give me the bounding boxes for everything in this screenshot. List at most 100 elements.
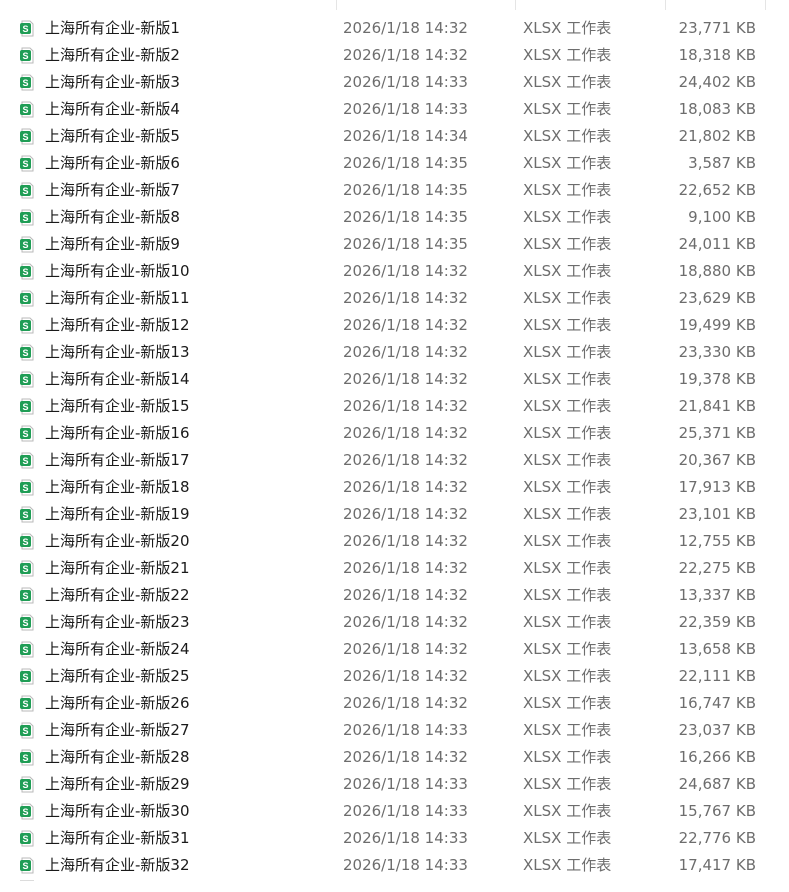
file-row[interactable]: S 上海所有企业-新版28 2026/1/18 14:32 XLSX 工作表 16,26… [0,744,789,771]
file-row[interactable]: S 上海所有企业-新版11 2026/1/18 14:32 XLSX 工作表 23,62… [0,285,789,312]
file-row[interactable]: S 上海所有企业-新版13 2026/1/18 14:32 XLSX 工作表 23,33… [0,339,789,366]
file-name[interactable]: 上海所有企业-新版1 [45,15,180,42]
file-modified-date: 2026/1/18 14:32 [343,559,468,577]
file-size: 18,083 KB [678,100,756,118]
file-name[interactable]: 上海所有企业-新版15 [45,393,190,420]
file-name[interactable]: 上海所有企业-新版22 [45,582,190,609]
file-size: 9,100 KB [688,208,756,226]
file-row[interactable]: S 上海所有企业-新版5 2026/1/18 14:34 XLSX 工作表 21,802… [0,123,789,150]
xlsx-letter: S [22,321,28,331]
file-row[interactable]: S 上海所有企业-新版16 2026/1/18 14:32 XLSX 工作表 25,37… [0,420,789,447]
file-modified-date: 2026/1/18 14:32 [343,343,468,361]
file-name[interactable]: 上海所有企业-新版12 [45,312,190,339]
xlsx-letter: S [22,537,28,547]
file-name[interactable]: 上海所有企业-新版4 [45,96,180,123]
file-name[interactable]: 上海所有企业-新版21 [45,555,190,582]
file-row[interactable]: S 上海所有企业-新版3 2026/1/18 14:33 XLSX 工作表 24,402… [0,69,789,96]
file-name[interactable]: 上海所有企业-新版27 [45,717,190,744]
file-type: XLSX 工作表 [523,532,612,550]
xlsx-sheet-icon: S [19,344,35,361]
file-row[interactable]: S 上海所有企业-新版19 2026/1/18 14:32 XLSX 工作表 23,10… [0,501,789,528]
file-row[interactable]: S 上海所有企业-新版30 2026/1/18 14:33 XLSX 工作表 15,76… [0,798,789,825]
file-list: S 上海所有企业-新版1 2026/1/18 14:32 XLSX 工作表 23,771… [0,15,789,879]
column-divider-size[interactable] [665,0,666,10]
file-row[interactable]: S 上海所有企业-新版29 2026/1/18 14:33 XLSX 工作表 24,68… [0,771,789,798]
file-name[interactable]: 上海所有企业-新版32 [45,852,190,879]
xlsx-letter: S [22,294,28,304]
file-name[interactable]: 上海所有企业-新版18 [45,474,190,501]
file-row[interactable]: S 上海所有企业-新版23 2026/1/18 14:32 XLSX 工作表 22,35… [0,609,789,636]
column-divider-type[interactable] [515,0,516,10]
file-name[interactable]: 上海所有企业-新版13 [45,339,190,366]
file-name[interactable]: 上海所有企业-新版9 [45,231,180,258]
file-name[interactable]: 上海所有企业-新版29 [45,771,190,798]
file-row[interactable]: S 上海所有企业-新版1 2026/1/18 14:32 XLSX 工作表 23,771… [0,15,789,42]
file-row[interactable]: S 上海所有企业-新版10 2026/1/18 14:32 XLSX 工作表 18,88… [0,258,789,285]
file-type: XLSX 工作表 [523,505,612,523]
file-name[interactable]: 上海所有企业-新版16 [45,420,190,447]
column-divider-end[interactable] [765,0,766,10]
file-size: 13,658 KB [678,640,756,658]
file-row[interactable]: S 上海所有企业-新版31 2026/1/18 14:33 XLSX 工作表 22,77… [0,825,789,852]
xlsx-sheet-icon: S [19,290,35,307]
file-name[interactable]: 上海所有企业-新版30 [45,798,190,825]
xlsx-letter: S [22,159,28,169]
file-row[interactable]: S 上海所有企业-新版26 2026/1/18 14:32 XLSX 工作表 16,74… [0,690,789,717]
file-row[interactable]: S 上海所有企业-新版15 2026/1/18 14:32 XLSX 工作表 21,84… [0,393,789,420]
file-row[interactable]: S 上海所有企业-新版2 2026/1/18 14:32 XLSX 工作表 18,318… [0,42,789,69]
file-name[interactable]: 上海所有企业-新版3 [45,69,180,96]
file-row[interactable]: S 上海所有企业-新版14 2026/1/18 14:32 XLSX 工作表 19,37… [0,366,789,393]
file-modified-date: 2026/1/18 14:33 [343,829,468,847]
file-name[interactable]: 上海所有企业-新版28 [45,744,190,771]
xlsx-letter: S [22,591,28,601]
file-row[interactable]: S 上海所有企业-新版12 2026/1/18 14:32 XLSX 工作表 19,49… [0,312,789,339]
file-type: XLSX 工作表 [523,586,612,604]
file-size: 24,011 KB [678,235,756,253]
file-name[interactable]: 上海所有企业-新版24 [45,636,190,663]
column-divider-date[interactable] [336,0,337,10]
file-row[interactable]: S 上海所有企业-新版24 2026/1/18 14:32 XLSX 工作表 13,65… [0,636,789,663]
file-row[interactable]: S 上海所有企业-新版20 2026/1/18 14:32 XLSX 工作表 12,75… [0,528,789,555]
file-modified-date: 2026/1/18 14:33 [343,802,468,820]
file-name[interactable]: 上海所有企业-新版17 [45,447,190,474]
file-name[interactable]: 上海所有企业-新版7 [45,177,180,204]
file-type: XLSX 工作表 [523,316,612,334]
file-name[interactable]: 上海所有企业-新版31 [45,825,190,852]
file-name[interactable]: 上海所有企业-新版19 [45,501,190,528]
xlsx-sheet-icon: S [19,722,35,739]
file-type: XLSX 工作表 [523,154,612,172]
xlsx-letter: S [22,51,28,61]
file-name[interactable]: 上海所有企业-新版8 [45,204,180,231]
file-type: XLSX 工作表 [523,802,612,820]
file-name[interactable]: 上海所有企业-新版5 [45,123,180,150]
file-row[interactable]: S 上海所有企业-新版9 2026/1/18 14:35 XLSX 工作表 24,011… [0,231,789,258]
file-name[interactable]: 上海所有企业-新版11 [45,285,190,312]
xlsx-sheet-icon: S [19,614,35,631]
file-row[interactable]: S 上海所有企业-新版4 2026/1/18 14:33 XLSX 工作表 18,083… [0,96,789,123]
file-name[interactable]: 上海所有企业-新版25 [45,663,190,690]
xlsx-letter: S [22,672,28,682]
file-row[interactable]: S 上海所有企业-新版18 2026/1/18 14:32 XLSX 工作表 17,91… [0,474,789,501]
file-name[interactable]: 上海所有企业-新版6 [45,150,180,177]
file-row[interactable]: S 上海所有企业-新版7 2026/1/18 14:35 XLSX 工作表 22,652… [0,177,789,204]
file-row[interactable]: S 上海所有企业-新版6 2026/1/18 14:35 XLSX 工作表 3,587 … [0,150,789,177]
file-row[interactable]: S 上海所有企业-新版8 2026/1/18 14:35 XLSX 工作表 9,100 … [0,204,789,231]
file-row[interactable]: S 上海所有企业-新版22 2026/1/18 14:32 XLSX 工作表 13,33… [0,582,789,609]
file-name[interactable]: 上海所有企业-新版23 [45,609,190,636]
file-modified-date: 2026/1/18 14:32 [343,424,468,442]
file-row[interactable]: S 上海所有企业-新版21 2026/1/18 14:32 XLSX 工作表 22,27… [0,555,789,582]
file-row[interactable]: S 上海所有企业-新版17 2026/1/18 14:32 XLSX 工作表 20,36… [0,447,789,474]
file-row[interactable]: S 上海所有企业-新版32 2026/1/18 14:33 XLSX 工作表 17,41… [0,852,789,879]
file-name[interactable]: 上海所有企业-新版14 [45,366,190,393]
file-row[interactable]: S 上海所有企业-新版27 2026/1/18 14:33 XLSX 工作表 23,03… [0,717,789,744]
xlsx-sheet-icon: S [19,695,35,712]
file-name[interactable]: 上海所有企业-新版26 [45,690,190,717]
file-name[interactable]: 上海所有企业-新版20 [45,528,190,555]
file-name[interactable]: 上海所有企业-新版2 [45,42,180,69]
file-row[interactable]: S 上海所有企业-新版25 2026/1/18 14:32 XLSX 工作表 22,11… [0,663,789,690]
file-type: XLSX 工作表 [523,100,612,118]
xlsx-sheet-icon: S [19,74,35,91]
file-name[interactable]: 上海所有企业-新版10 [45,258,190,285]
xlsx-letter: S [22,645,28,655]
xlsx-letter: S [22,564,28,574]
